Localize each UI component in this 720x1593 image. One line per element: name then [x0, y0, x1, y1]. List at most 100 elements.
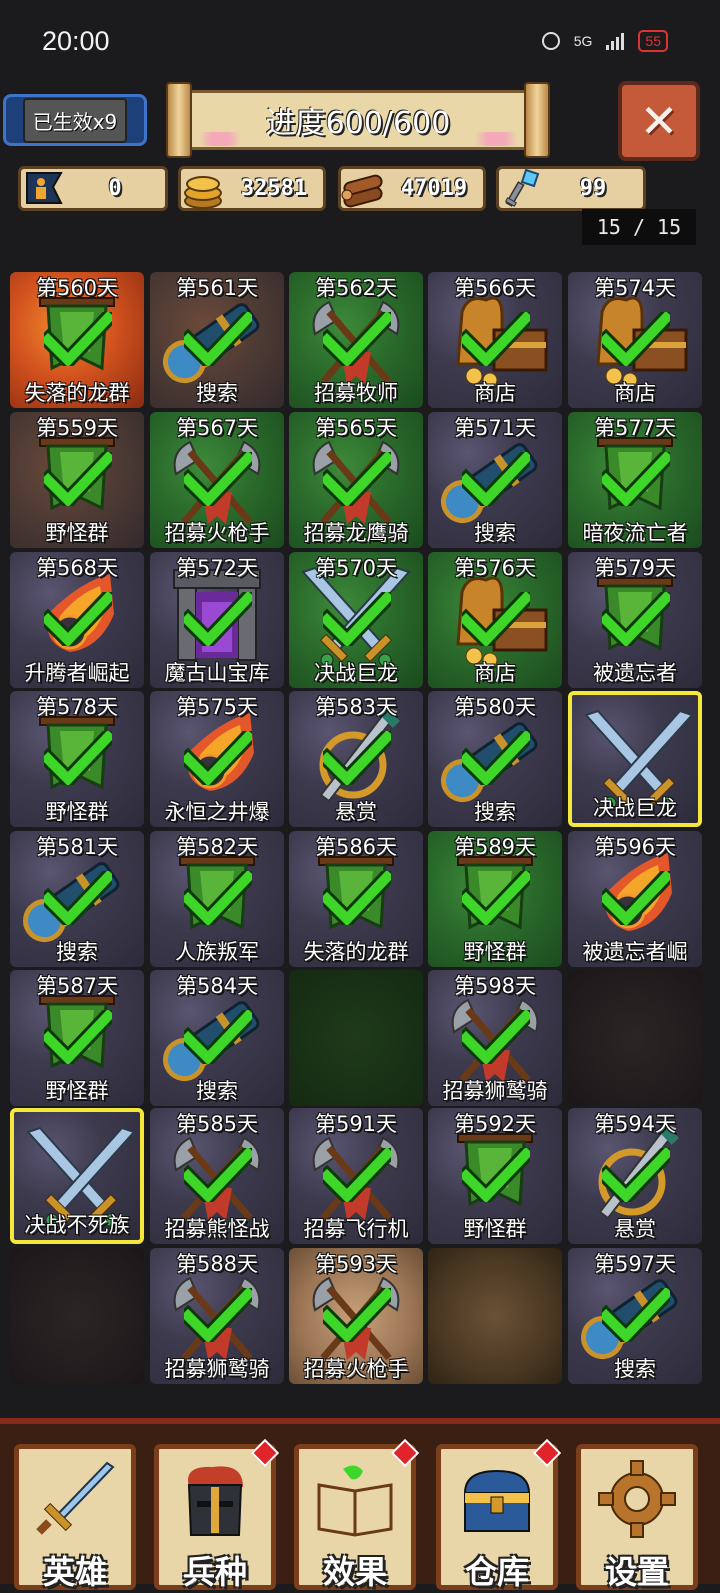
tile-label: 招募飞行机 — [303, 1217, 409, 1241]
event-tile[interactable]: 第596天 被遗忘者崛 — [568, 831, 702, 967]
tile-label: 升腾者崛起 — [24, 661, 130, 685]
event-tile[interactable]: 第565天 招募龙鹰骑 — [289, 412, 423, 548]
nav-button[interactable]: 设置 — [576, 1444, 698, 1591]
event-tile[interactable]: 第594天 悬赏 — [568, 1108, 702, 1244]
nav-button[interactable]: 英雄 — [14, 1444, 136, 1591]
checkmark-icon — [323, 592, 391, 646]
event-tile[interactable]: 第574天 商店 — [568, 272, 702, 408]
tile-day: 第570天 — [314, 556, 398, 580]
event-tile[interactable]: 第593天 招募火枪手 — [289, 1248, 423, 1384]
checkmark-icon — [184, 731, 252, 785]
event-tile[interactable]: 第582天 人族叛军 — [150, 831, 284, 967]
event-tile[interactable]: 决战不死族 — [10, 1108, 144, 1244]
nav-button[interactable]: 兵种 — [154, 1438, 280, 1591]
event-tile[interactable]: 第597天 搜索 — [568, 1248, 702, 1384]
active-effects-label: 已生效x9 — [22, 97, 128, 143]
wood-logs-icon — [337, 163, 389, 215]
checkmark-icon — [602, 312, 670, 366]
tile-day: 第598天 — [453, 974, 537, 998]
event-tile[interactable]: 第580天 搜索 — [428, 691, 562, 827]
nav-button[interactable]: 效果 — [294, 1438, 420, 1591]
event-tile[interactable]: 第561天 搜索 — [150, 272, 284, 408]
tile-label: 决战不死族 — [24, 1213, 130, 1237]
tile-day: 第559天 — [35, 416, 119, 440]
event-tile[interactable]: 第598天招募狮鹫骑 — [428, 970, 562, 1106]
checkmark-icon — [323, 871, 391, 925]
tile-day: 第585天 — [175, 1112, 259, 1136]
gear-icon — [595, 1457, 679, 1541]
tile-label: 被遗忘者崛 — [582, 940, 688, 964]
checkmark-icon — [184, 871, 252, 925]
close-button[interactable]: ✕ — [618, 81, 700, 161]
event-tile[interactable]: 第562天 招募牧师 — [289, 272, 423, 408]
tile-label: 招募狮鹫骑 — [442, 1079, 548, 1103]
event-tile[interactable]: 第566天 商店 — [428, 272, 562, 408]
checkmark-icon — [462, 312, 530, 366]
event-tile[interactable]: 第592天 野怪群 — [428, 1108, 562, 1244]
checkmark-icon — [44, 452, 112, 506]
tile-label: 招募狮鹫骑 — [164, 1357, 270, 1381]
tile-label: 招募牧师 — [314, 381, 398, 405]
event-tile[interactable]: 第585天 招募熊怪战 — [150, 1108, 284, 1244]
event-tile[interactable]: 第584天搜索 — [150, 970, 284, 1106]
tile-label: 搜索 — [196, 1079, 238, 1103]
gold-coins-icon — [177, 163, 229, 215]
close-x-icon: ✕ — [639, 94, 679, 148]
event-tile[interactable]: 第587天 野怪群 — [10, 970, 144, 1106]
tile-day: 第579天 — [593, 556, 677, 580]
knight-helmet-icon — [173, 1457, 257, 1541]
tile-label: 悬赏 — [335, 800, 377, 824]
event-tile[interactable]: 第572天 魔古山宝库 — [150, 552, 284, 688]
checkmark-icon — [323, 1288, 391, 1342]
tile-day: 第591天 — [314, 1112, 398, 1136]
tile-day: 第581天 — [35, 835, 119, 859]
event-tile[interactable]: 第570天决战巨龙 — [289, 552, 423, 688]
event-tile[interactable]: 决战巨龙 — [568, 691, 702, 827]
tile-label: 失落的龙群 — [24, 381, 130, 405]
tile-label: 野怪群 — [45, 521, 109, 545]
checkmark-icon — [462, 1148, 530, 1202]
event-tile[interactable]: 第575天永恒之井爆 — [150, 691, 284, 827]
event-tile[interactable]: 第579天 被遗忘者 — [568, 552, 702, 688]
event-tile[interactable] — [289, 970, 423, 1106]
clock: 20:00 — [42, 26, 110, 56]
resource-wood: 47019 — [338, 166, 486, 211]
blossom-decoration — [190, 132, 250, 146]
event-tile[interactable] — [428, 1248, 562, 1384]
tile-day: 第587天 — [35, 974, 119, 998]
tile-label: 招募龙鹰骑 — [303, 521, 409, 545]
event-tile[interactable]: 第588天 招募狮鹫骑 — [150, 1248, 284, 1384]
event-tile[interactable]: 第586天 失落的龙群 — [289, 831, 423, 967]
scroll-roll-right — [524, 82, 550, 158]
tile-day: 第593天 — [314, 1252, 398, 1276]
event-tile[interactable] — [10, 1248, 144, 1384]
tile-day: 第571天 — [453, 416, 537, 440]
tile-label: 永恒之井爆 — [164, 800, 270, 824]
event-tile[interactable] — [568, 970, 702, 1106]
event-tile[interactable]: 第560天 失落的龙群 — [10, 272, 144, 408]
event-tile[interactable]: 第583天 悬赏 — [289, 691, 423, 827]
nav-button[interactable]: 仓库 — [436, 1438, 562, 1591]
event-tile[interactable]: 第568天升腾者崛起 — [10, 552, 144, 688]
event-tile[interactable]: 第577天 暗夜流亡者 — [568, 412, 702, 548]
checkmark-icon — [184, 592, 252, 646]
event-tile[interactable]: 第578天 野怪群 — [10, 691, 144, 827]
network-label: 5G — [573, 33, 593, 49]
tile-day: 第575天 — [175, 695, 259, 719]
checkmark-icon — [44, 731, 112, 785]
tile-label: 搜索 — [56, 940, 98, 964]
tile-day: 第584天 — [175, 974, 259, 998]
tile-day: 第568天 — [35, 556, 119, 580]
treasure-chest-icon — [455, 1457, 539, 1541]
tile-day: 第576天 — [453, 556, 537, 580]
event-grid: 第560天 失落的龙群 第561天 搜索 第562天 招募牧师 第566天 商店 第574天 商店… — [10, 272, 710, 1392]
event-tile[interactable]: 第589天 野怪群 — [428, 831, 562, 967]
event-tile[interactable]: 第559天野怪群 — [10, 412, 144, 548]
active-effects-button[interactable]: 已生效x9 — [3, 94, 147, 146]
event-tile[interactable]: 第591天招募飞行机 — [289, 1108, 423, 1244]
event-tile[interactable]: 第581天搜索 — [10, 831, 144, 967]
event-tile[interactable]: 第571天 搜索 — [428, 412, 562, 548]
tile-label: 决战巨龙 — [314, 661, 398, 685]
event-tile[interactable]: 第576天 商店 — [428, 552, 562, 688]
event-tile[interactable]: 第567天 招募火枪手 — [150, 412, 284, 548]
